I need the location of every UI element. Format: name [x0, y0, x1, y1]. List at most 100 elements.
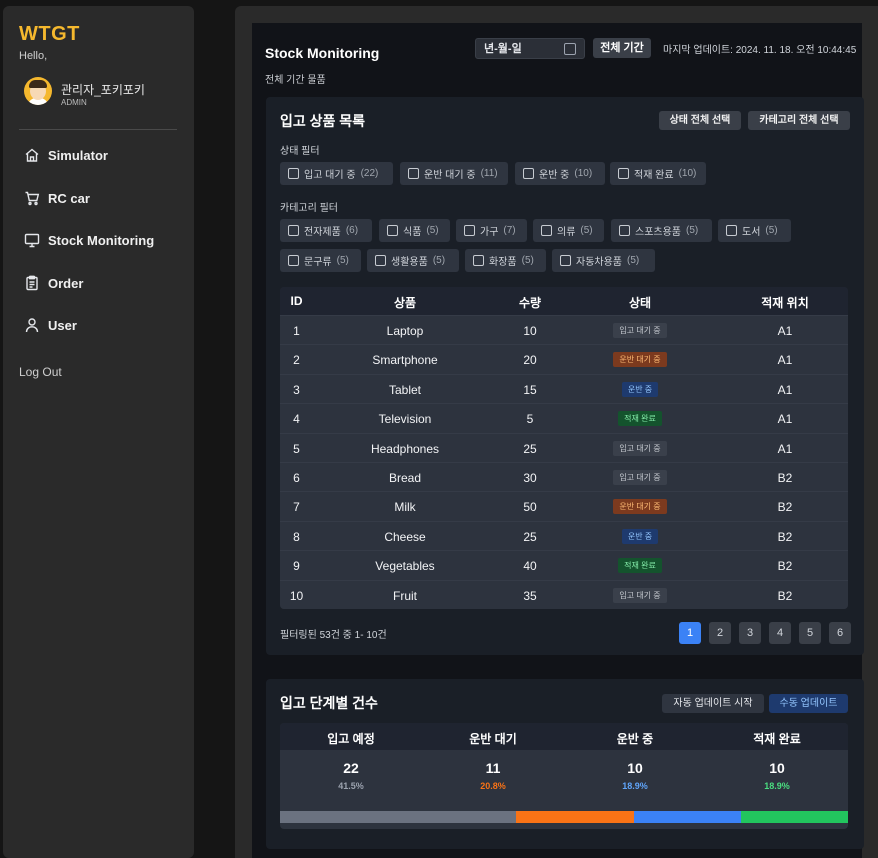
checkbox[interactable]	[387, 225, 398, 236]
checkbox[interactable]	[618, 168, 629, 179]
status-cell: 입고 대기 중	[580, 434, 700, 463]
chip-label: 적재 완료	[634, 170, 674, 181]
category-filter-chip[interactable]: 가구 (7)	[456, 219, 527, 242]
sidebar: WTGT Hello, 관리자_포키포키 ADMIN Simulator RC …	[3, 6, 194, 858]
sidebar-item-simulator[interactable]: Simulator	[24, 145, 108, 165]
stage-label: 운반 중	[616, 732, 654, 746]
calendar-icon[interactable]	[564, 43, 576, 55]
cell-location: B2	[777, 529, 793, 544]
table-row[interactable]: 2 Smartphone 20 운반 대기 중 A1	[280, 344, 848, 375]
manual-update-button[interactable]: 수동 업데이트	[769, 694, 848, 713]
checkbox[interactable]	[288, 168, 299, 179]
category-filter-chip[interactable]: 전자제품 (6)	[280, 219, 372, 242]
last-updated-text: 마지막 업데이트: 2024. 11. 18. 오전 10:44:45	[663, 45, 857, 56]
column-header-location[interactable]: 적재 위치	[730, 294, 840, 311]
incoming-list-title: 입고 상품 목록	[280, 113, 366, 129]
page-button-4[interactable]: 4	[769, 622, 791, 644]
cell-product: Bread	[388, 471, 422, 485]
stage-count: 22	[343, 760, 359, 776]
category-filter-chip[interactable]: 화장품 (5)	[465, 249, 546, 272]
page-button-3[interactable]: 3	[739, 622, 761, 644]
chip-label: 운반 중	[539, 170, 570, 181]
cell-id: 3	[293, 382, 300, 397]
chip-count: (22)	[360, 168, 379, 179]
status-filter-chip[interactable]: 입고 대기 중 (22)	[280, 162, 393, 185]
column-header-quantity[interactable]: 수량	[500, 294, 560, 311]
sidebar-item-rc-car[interactable]: RC car	[24, 188, 90, 208]
cell-quantity: 25	[523, 529, 537, 544]
status-cell: 적재 완료	[580, 404, 700, 433]
stage-label: 적재 완료	[753, 732, 801, 746]
checkbox[interactable]	[288, 255, 299, 266]
table-row[interactable]: 5 Headphones 25 입고 대기 중 A1	[280, 432, 848, 463]
category-filter-chip[interactable]: 스포츠용품 (5)	[611, 219, 712, 242]
page-button-1[interactable]: 1	[679, 622, 701, 644]
cell-location: A1	[777, 353, 793, 368]
checkbox[interactable]	[473, 255, 484, 266]
checkbox[interactable]	[408, 168, 419, 179]
checkbox[interactable]	[541, 225, 552, 236]
chip-label: 입고 대기 중	[304, 170, 356, 181]
chip-label: 자동차용품	[576, 257, 622, 268]
cell-location: B2	[777, 500, 793, 515]
table-row[interactable]: 7 Milk 50 운반 대기 중 B2	[280, 491, 848, 522]
column-header-product[interactable]: 상품	[350, 294, 460, 311]
category-filter-chip[interactable]: 문구류 (5)	[280, 249, 361, 272]
category-filter-chip[interactable]: 의류 (5)	[533, 219, 604, 242]
date-input[interactable]: 년-월-일	[475, 38, 585, 59]
page-button-2[interactable]: 2	[709, 622, 731, 644]
table-row[interactable]: 6 Bread 30 입고 대기 중 B2	[280, 462, 848, 492]
sidebar-item-order[interactable]: Order	[24, 273, 83, 293]
stage-stats-header: 입고 예정 운반 대기 운반 중 적재 완료	[280, 723, 848, 750]
column-header-status[interactable]: 상태	[580, 294, 700, 311]
stage-bar-segment	[741, 811, 848, 823]
sidebar-item-stock-monitoring[interactable]: Stock Monitoring	[24, 230, 154, 250]
category-filter-chip[interactable]: 식품 (5)	[379, 219, 450, 242]
stock-monitoring-panel: Stock Monitoring 년-월-일 전체 기간 마지막 업데이트: 2…	[252, 23, 864, 858]
incoming-list-card: 입고 상품 목록 상태 전체 선택 카테고리 전체 선택 상태 필터 입고 대기…	[266, 97, 864, 655]
avatar[interactable]	[24, 77, 52, 105]
select-all-status-button[interactable]: 상태 전체 선택	[659, 111, 741, 130]
table-row[interactable]: 4 Television 5 적재 완료 A1	[280, 403, 848, 434]
all-period-button[interactable]: 전체 기간	[593, 38, 651, 58]
category-filter-chip[interactable]: 생활용품 (5)	[367, 249, 459, 272]
page-button-5[interactable]: 5	[799, 622, 821, 644]
sidebar-item-user[interactable]: User	[24, 315, 77, 335]
column-header-id[interactable]: ID	[280, 294, 313, 308]
chip-count: (5)	[432, 255, 446, 266]
date-placeholder: 년-월-일	[484, 43, 522, 55]
status-filter-chip[interactable]: 적재 완료 (10)	[610, 162, 706, 185]
brand-logo[interactable]: WTGT	[19, 23, 80, 46]
checkbox[interactable]	[464, 225, 475, 236]
pagination-summary: 필터링된 53건 중 1- 10건	[280, 630, 387, 641]
status-filter-chip[interactable]: 운반 대기 중 (11)	[400, 162, 508, 185]
status-filter-chip[interactable]: 운반 중 (10)	[515, 162, 605, 185]
chip-label: 스포츠용품	[635, 227, 681, 238]
select-all-category-button[interactable]: 카테고리 전체 선택	[748, 111, 850, 130]
auto-update-button[interactable]: 자동 업데이트 시작	[662, 694, 764, 713]
table-row[interactable]: 10 Fruit 35 입고 대기 중 B2	[280, 579, 848, 609]
category-filter-chip[interactable]: 도서 (5)	[718, 219, 791, 242]
checkbox[interactable]	[560, 255, 571, 266]
table-row[interactable]: 8 Cheese 25 운반 중 B2	[280, 520, 848, 551]
category-filter-chip[interactable]: 자동차용품 (5)	[552, 249, 655, 272]
checkbox[interactable]	[619, 225, 630, 236]
cell-quantity: 20	[523, 353, 537, 368]
checkbox[interactable]	[726, 225, 737, 236]
status-badge: 적재 완료	[618, 411, 662, 427]
stage-bar-segment	[280, 811, 516, 823]
stage-percent: 41.5%	[338, 781, 364, 791]
chip-label: 운반 대기 중	[424, 170, 476, 181]
page-button-6[interactable]: 6	[829, 622, 851, 644]
table-row[interactable]: 1 Laptop 10 입고 대기 중 A1	[280, 315, 848, 345]
checkbox[interactable]	[288, 225, 299, 236]
status-cell: 입고 대기 중	[580, 463, 700, 492]
chip-count: (5)	[627, 255, 640, 266]
table-row[interactable]: 9 Vegetables 40 적재 완료 B2	[280, 550, 848, 581]
cell-quantity: 30	[523, 471, 537, 485]
table-row[interactable]: 3 Tablet 15 운반 중 A1	[280, 373, 848, 404]
status-badge: 적재 완료	[618, 558, 662, 574]
checkbox[interactable]	[375, 255, 386, 266]
logout-link[interactable]: Log Out	[19, 365, 62, 379]
checkbox[interactable]	[523, 168, 534, 179]
